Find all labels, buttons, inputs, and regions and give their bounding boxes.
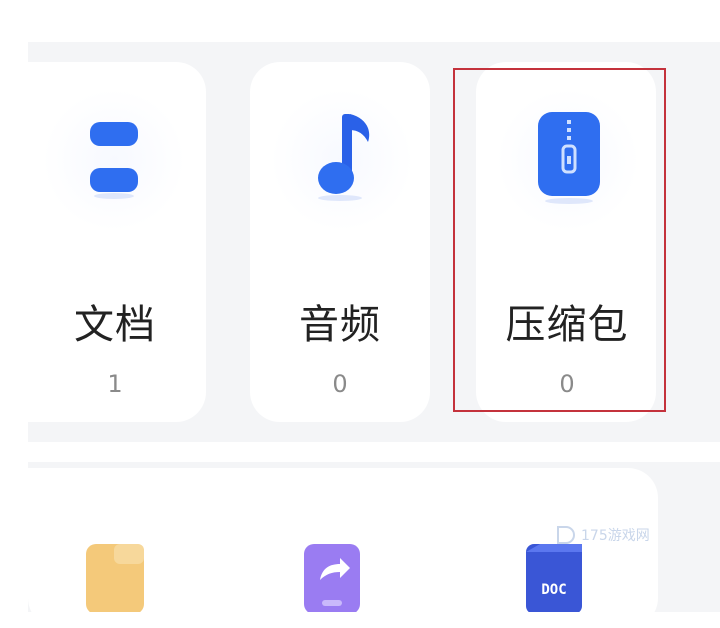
category-count: 1 bbox=[107, 370, 123, 398]
doc-file-icon[interactable] bbox=[522, 540, 586, 612]
category-count: 0 bbox=[332, 370, 348, 398]
watermark-logo-icon bbox=[557, 526, 575, 544]
music-note-icon bbox=[318, 114, 370, 201]
category-label: 文档 bbox=[74, 302, 156, 348]
share-arrow-icon[interactable] bbox=[302, 540, 362, 612]
document-icon bbox=[90, 122, 138, 199]
category-label: 音频 bbox=[299, 302, 381, 348]
watermark: 175游戏网 bbox=[555, 520, 650, 550]
folder-icon[interactable] bbox=[84, 540, 146, 612]
watermark-text: 175游戏网 bbox=[581, 528, 650, 544]
selection-highlight-box bbox=[453, 68, 666, 412]
doc-file-label: DOC bbox=[541, 582, 567, 598]
